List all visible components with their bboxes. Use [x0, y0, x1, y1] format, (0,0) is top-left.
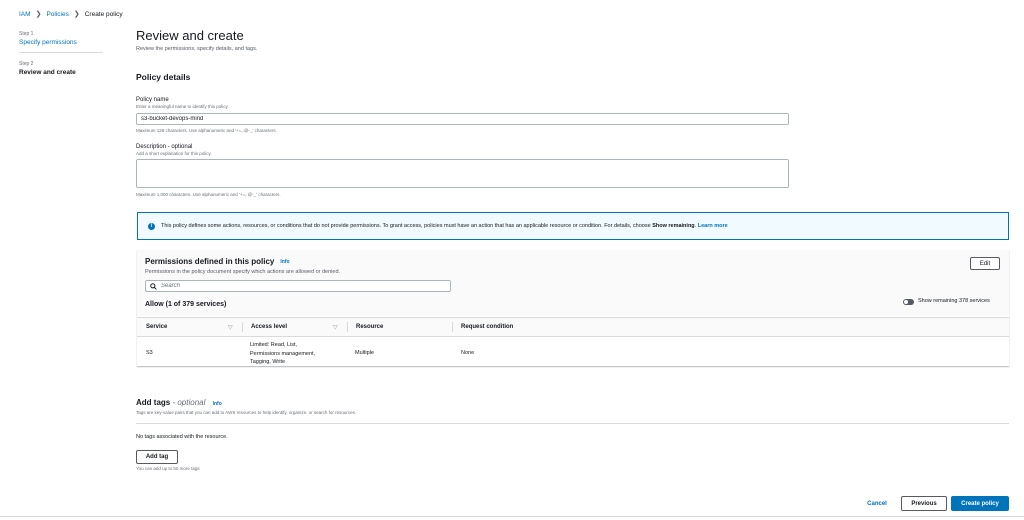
description-constraint: Maximum 1,000 characters. Use alphanumer… [136, 192, 281, 197]
step-2: Step 2 Review and create [19, 61, 76, 76]
column-request-condition: Request condition [461, 324, 514, 330]
permissions-description: Permissions in the policy document speci… [145, 269, 341, 275]
search-input[interactable] [161, 283, 441, 289]
info-alert: i This policy defines some actions, reso… [137, 212, 1009, 240]
tags-limit-text: You can add up to 50 more tags [136, 466, 200, 471]
add-tags-optional: - optional [170, 398, 206, 407]
add-tags-title: Add tags - optional Info [136, 398, 222, 407]
access-level-line: Permissions management, [250, 350, 316, 357]
chevron-right-icon: ❯ [73, 11, 80, 18]
chevron-right-icon: ❯ [35, 11, 42, 18]
step-2-number: Step 2 [19, 61, 34, 67]
permissions-title: Permissions defined in this policy [145, 257, 275, 266]
access-level-cell: Limited: Read, List, Permissions managem… [250, 341, 315, 367]
description-hint: Add a short explanation for this policy. [136, 151, 212, 156]
add-tags-title-text: Add tags [136, 398, 171, 407]
permissions-info-link[interactable]: Info [280, 259, 289, 265]
step-2-label: Review and create [19, 69, 76, 76]
page-title: Review and create [136, 28, 244, 43]
alert-text-bold: Show remaining [652, 223, 695, 229]
show-remaining-toggle[interactable] [903, 299, 914, 305]
breadcrumb: IAM ❯ Policies ❯ Create policy [19, 10, 123, 19]
learn-more-link[interactable]: Learn more [698, 223, 728, 229]
permissions-title-row: Permissions defined in this policy Info [145, 257, 290, 266]
column-divider [452, 322, 453, 332]
access-level-line: Limited: Read, List, [250, 342, 298, 348]
policy-name-hint: Enter a meaningful name to identify this… [136, 104, 229, 109]
page-subtitle: Review the permissions, specify details,… [136, 46, 258, 52]
allow-label: Allow (1 of 379 services) [145, 301, 227, 308]
column-access-level[interactable]: Access level [251, 324, 287, 330]
breadcrumb-current: Create policy [84, 10, 123, 18]
show-remaining-label: Show remaining 378 services [918, 298, 990, 304]
breadcrumb-policies[interactable]: Policies [46, 11, 68, 18]
sort-down-icon[interactable]: ▽ [228, 324, 233, 331]
edit-button[interactable]: Edit [970, 257, 1000, 270]
info-icon: i [148, 222, 155, 230]
bottom-border [0, 516, 1024, 517]
previous-button[interactable]: Previous [901, 496, 947, 511]
policy-name-constraint: Maximum 128 characters. Use alphanumeric… [136, 128, 277, 133]
tags-divider [136, 423, 1009, 424]
request-condition-cell: None [461, 350, 475, 356]
policy-name-input[interactable] [136, 113, 789, 125]
search-box[interactable] [145, 280, 451, 292]
alert-text: This policy defines some actions, resour… [161, 223, 728, 229]
policy-details-title: Policy details [136, 72, 191, 82]
description-textarea[interactable] [136, 159, 789, 188]
resource-cell: Multiple [355, 350, 374, 356]
column-divider [347, 322, 348, 332]
policy-name-label: Policy name [136, 97, 169, 103]
cancel-button[interactable]: Cancel [858, 497, 896, 511]
tags-description: Tags are key-value pairs that you can ad… [136, 410, 357, 415]
step-1-label[interactable]: Specify permissions [19, 39, 77, 46]
sort-down-icon[interactable]: ▽ [333, 324, 338, 331]
step-divider [19, 52, 103, 53]
step-1[interactable]: Step 1 Specify permissions [19, 31, 77, 46]
no-tags-text: No tags associated with the resource. [136, 434, 228, 440]
alert-text-before: This policy defines some actions, resour… [161, 223, 653, 229]
description-label: Description - optional [136, 144, 193, 150]
access-level-line: Tagging, Write [250, 359, 286, 365]
breadcrumb-iam[interactable]: IAM [19, 11, 31, 18]
service-link-s3[interactable]: S3 [146, 350, 153, 356]
step-1-number: Step 1 [19, 31, 34, 37]
column-resource: Resource [356, 324, 384, 330]
search-icon [150, 282, 157, 290]
create-policy-button[interactable]: Create policy [951, 496, 1009, 511]
column-divider [242, 322, 243, 332]
tags-info-link[interactable]: Info [213, 401, 222, 407]
column-service[interactable]: Service [146, 324, 167, 330]
add-tag-button[interactable]: Add tag [136, 450, 178, 464]
